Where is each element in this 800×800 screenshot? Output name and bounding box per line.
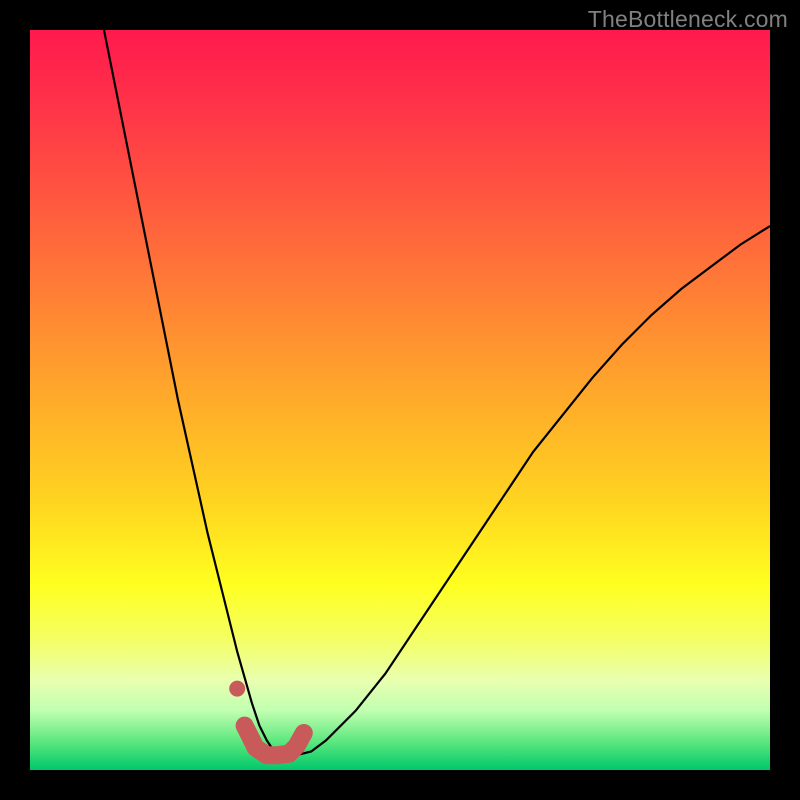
chart-frame: TheBottleneck.com — [0, 0, 800, 800]
highlight-markers — [229, 681, 304, 756]
marker-band — [245, 726, 304, 756]
bottleneck-curve — [104, 30, 770, 755]
marker-dot — [229, 681, 245, 697]
curve-svg — [30, 30, 770, 770]
plot-area — [30, 30, 770, 770]
watermark-text: TheBottleneck.com — [588, 6, 788, 33]
